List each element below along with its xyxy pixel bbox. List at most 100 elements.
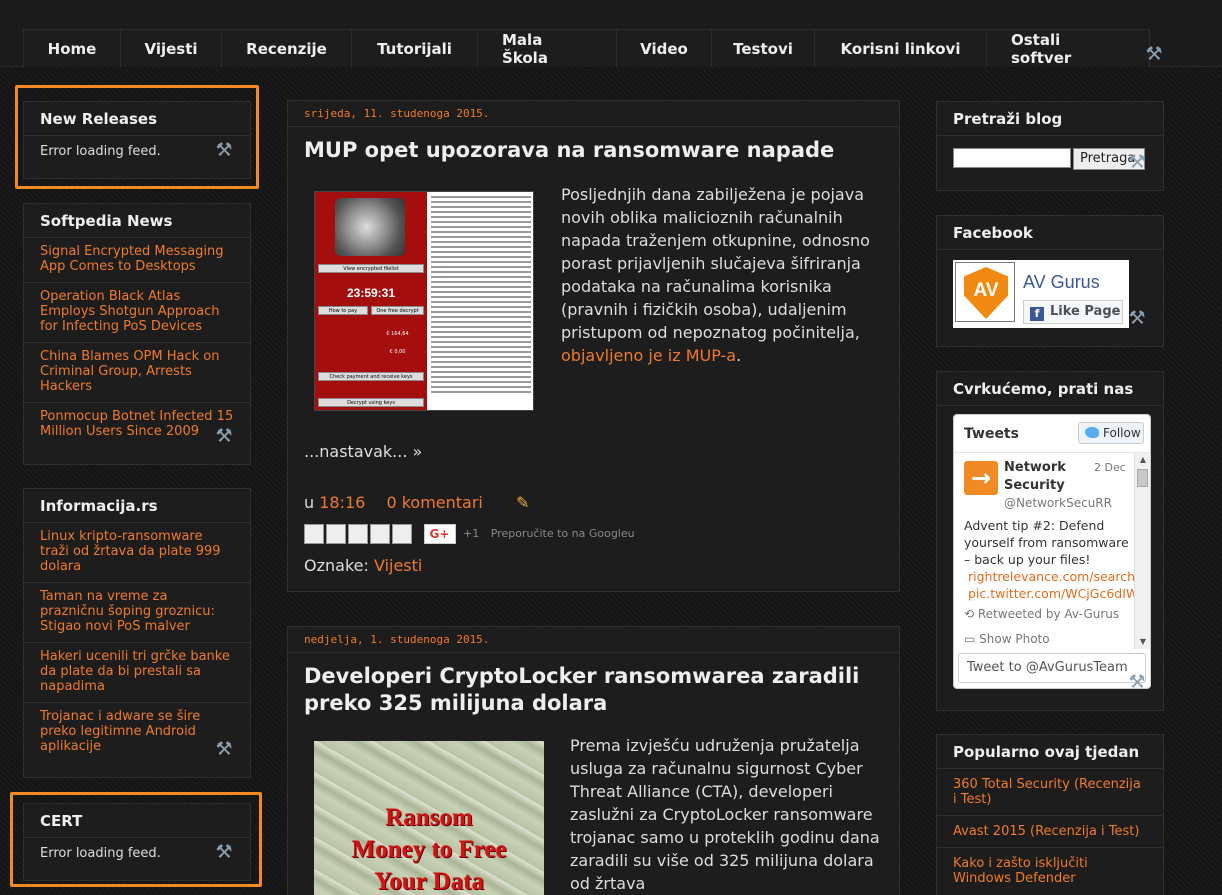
money-image[interactable]: Ransom Money to Free Your Data (314, 741, 544, 895)
post-date: srijeda, 11. studenoga 2015. (288, 101, 899, 127)
widget-softpedia: Softpedia News Signal Encrypted Messagin… (23, 203, 251, 465)
timeline-header: Tweets Follow (954, 415, 1150, 453)
wrench-screwdriver-icon[interactable]: ⚒ (1127, 672, 1147, 692)
scroll-down-icon[interactable]: ▼ (1135, 635, 1150, 649)
popular-post-link[interactable]: Avast 2015 (Recenzija i Test) (937, 816, 1163, 848)
label-link[interactable]: Vijesti (374, 556, 422, 575)
blog-share-icon[interactable] (326, 524, 346, 544)
widget-title: Softpedia News (24, 204, 250, 238)
post-title[interactable]: MUP opet upozorava na ransomware napade (288, 127, 899, 164)
like-page-button[interactable]: f Like Page (1023, 300, 1123, 324)
feed-link[interactable]: Hakeri ucenili tri grčke banke da plate … (24, 643, 250, 703)
nav-vijesti[interactable]: Vijesti (120, 29, 222, 67)
facebook-page-plugin: AV AV Gurus f Like Page (953, 260, 1129, 328)
share-bar: G+ +1 Preporučite to na Googleu (304, 524, 635, 544)
feed-link[interactable]: Operation Black Atlas Employs Shotgun Ap… (24, 283, 250, 343)
gplus-icon[interactable]: G+ (423, 524, 456, 544)
facebook-icon: f (1030, 307, 1044, 321)
nav-mala-skola[interactable]: Mala Škola (477, 29, 617, 67)
show-photo-link[interactable]: ▭ Show Photo (964, 632, 1050, 646)
ransomware-screenshot[interactable]: View encrypted filelist 23:59:31 How to … (314, 191, 534, 411)
widget-title: Pretraži blog (937, 102, 1163, 136)
read-more-link[interactable]: ...nastavak... » (304, 442, 422, 461)
widget-new-releases: New Releases Error loading feed. ⚒ (23, 101, 251, 179)
post-inline-link[interactable]: objavljeno je iz MUP-a (561, 346, 736, 365)
tweet-text: Advent tip #2: Defend yourself from rans… (964, 518, 1129, 567)
post-footer: u 18:16 0 komentari ✎ (304, 493, 529, 512)
wrench-screwdriver-icon[interactable]: ⚒ (1127, 308, 1147, 328)
post-text-end: . (736, 346, 742, 365)
wrench-screwdriver-icon[interactable]: ⚒ (214, 739, 234, 759)
ransom-timer: 23:59:31 (346, 286, 396, 300)
twitter-share-icon[interactable] (348, 524, 368, 544)
wrench-screwdriver-icon[interactable]: ⚒ (214, 842, 234, 862)
feed-link[interactable]: China Blames OPM Hack on Criminal Group,… (24, 343, 250, 403)
arrow-right-icon[interactable]: → (964, 461, 998, 495)
av-gurus-logo[interactable]: AV (955, 262, 1015, 322)
wrench-screwdriver-icon[interactable]: ⚒ (214, 426, 234, 446)
follow-button[interactable]: Follow (1078, 422, 1144, 444)
follow-label: Follow (1103, 426, 1141, 440)
widget-cert: CERT Error loading feed. ⚒ (23, 803, 251, 881)
ransom-amount: € 164,64 (371, 330, 424, 339)
photo-icon: ▭ (964, 632, 980, 646)
tweet-author-name[interactable]: Network Security (1004, 459, 1084, 495)
top-bar: Home Vijesti Recenzije Tutorijali Mala Š… (0, 0, 1222, 67)
timeline-scrollbar[interactable]: ▲ ▼ (1134, 453, 1150, 649)
wrench-screwdriver-icon[interactable]: ⚒ (214, 140, 234, 160)
ransom-amount: € 0,00 (371, 348, 424, 357)
nav-video[interactable]: Video (616, 29, 712, 67)
tweet: → Network Security 2 Dec @NetworkSecuRR … (954, 453, 1134, 649)
nav-korisni-linkovi[interactable]: Korisni linkovi (814, 29, 987, 67)
facebook-page-name[interactable]: AV Gurus (1023, 272, 1100, 293)
widget-title: New Releases (24, 102, 250, 136)
popular-post-link[interactable]: 360 Total Security (Recenzija i Test) (937, 769, 1163, 816)
post-date: nedjelja, 1. studenoga 2015. (288, 627, 899, 653)
tweet-to-box[interactable]: Tweet to @AvGurusTeam (958, 653, 1146, 683)
post-time-link[interactable]: 18:16 (319, 493, 365, 512)
main-nav: Home Vijesti Recenzije Tutorijali Mala Š… (23, 29, 1150, 67)
wrench-screwdriver-icon[interactable]: ⚒ (1144, 44, 1164, 64)
nav-recenzije[interactable]: Recenzije (221, 29, 352, 67)
email-share-icon[interactable] (304, 524, 324, 544)
pencil-icon[interactable]: ✎ (516, 493, 529, 512)
retweet-info: ⟲ Retweeted by Av-Gurus (964, 607, 1119, 621)
widget-title: CERT (24, 804, 250, 838)
scroll-up-icon[interactable]: ▲ (1135, 453, 1150, 467)
widget-title: Popularno ovaj tjedan (937, 735, 1163, 769)
widget-title: Cvrkućemo, prati nas (937, 372, 1163, 406)
nav-testovi[interactable]: Testovi (711, 29, 815, 67)
feed-link[interactable]: Signal Encrypted Messaging App Comes to … (24, 238, 250, 283)
post-excerpt: Prema izvješću udruženja pružatelja uslu… (570, 736, 880, 893)
wrench-screwdriver-icon[interactable]: ⚒ (1127, 152, 1147, 172)
comments-link[interactable]: 0 komentari (386, 493, 482, 512)
popular-post-link[interactable]: Kako i zašto isključiti Windows Defender (937, 848, 1163, 894)
ransom-instructions (431, 196, 531, 396)
gplus-recommend: Preporučite to na Googleu (490, 527, 635, 540)
like-label: Like Page (1050, 304, 1121, 319)
tweet-author-handle[interactable]: @NetworkSecuRR (1004, 496, 1112, 510)
image-caption: Money to Free (351, 836, 507, 863)
tweet-link[interactable]: rightrelevance.com/search/a (968, 569, 1134, 584)
twitter-timeline: Tweets Follow → Network Security 2 Dec @… (953, 414, 1151, 689)
pinterest-share-icon[interactable] (392, 524, 412, 544)
scroll-thumb[interactable] (1137, 469, 1148, 487)
ransom-button: Check payment and receive keys (318, 372, 424, 381)
ransom-button: View encrypted filelist (318, 264, 424, 273)
tweet-link[interactable]: pic.twitter.com/WCjGc6dIWX (968, 586, 1134, 601)
retweet-label: Retweeted by Av-Gurus (977, 607, 1120, 621)
image-caption: Your Data (374, 868, 484, 895)
feed-link[interactable]: Taman na vreme za prazničnu šoping grozn… (24, 583, 250, 643)
widget-facebook: Facebook AV AV Gurus f Like Page ⚒ (936, 215, 1164, 347)
nav-tutorijali[interactable]: Tutorijali (351, 29, 478, 67)
facebook-share-icon[interactable] (370, 524, 390, 544)
nav-home[interactable]: Home (23, 29, 121, 67)
search-input[interactable] (953, 148, 1071, 168)
nav-ostali-softver[interactable]: Ostali softver (986, 29, 1150, 67)
post-title[interactable]: Developeri CryptoLocker ransomwarea zara… (288, 653, 899, 717)
feed-link[interactable]: Linux kripto-ransomware traži od žrtava … (24, 523, 250, 583)
ransom-button: Decrypt using keys (318, 398, 424, 407)
logo-text: AV (973, 280, 999, 301)
safe-icon (335, 198, 405, 256)
tweet-date[interactable]: 2 Dec (1094, 461, 1126, 474)
